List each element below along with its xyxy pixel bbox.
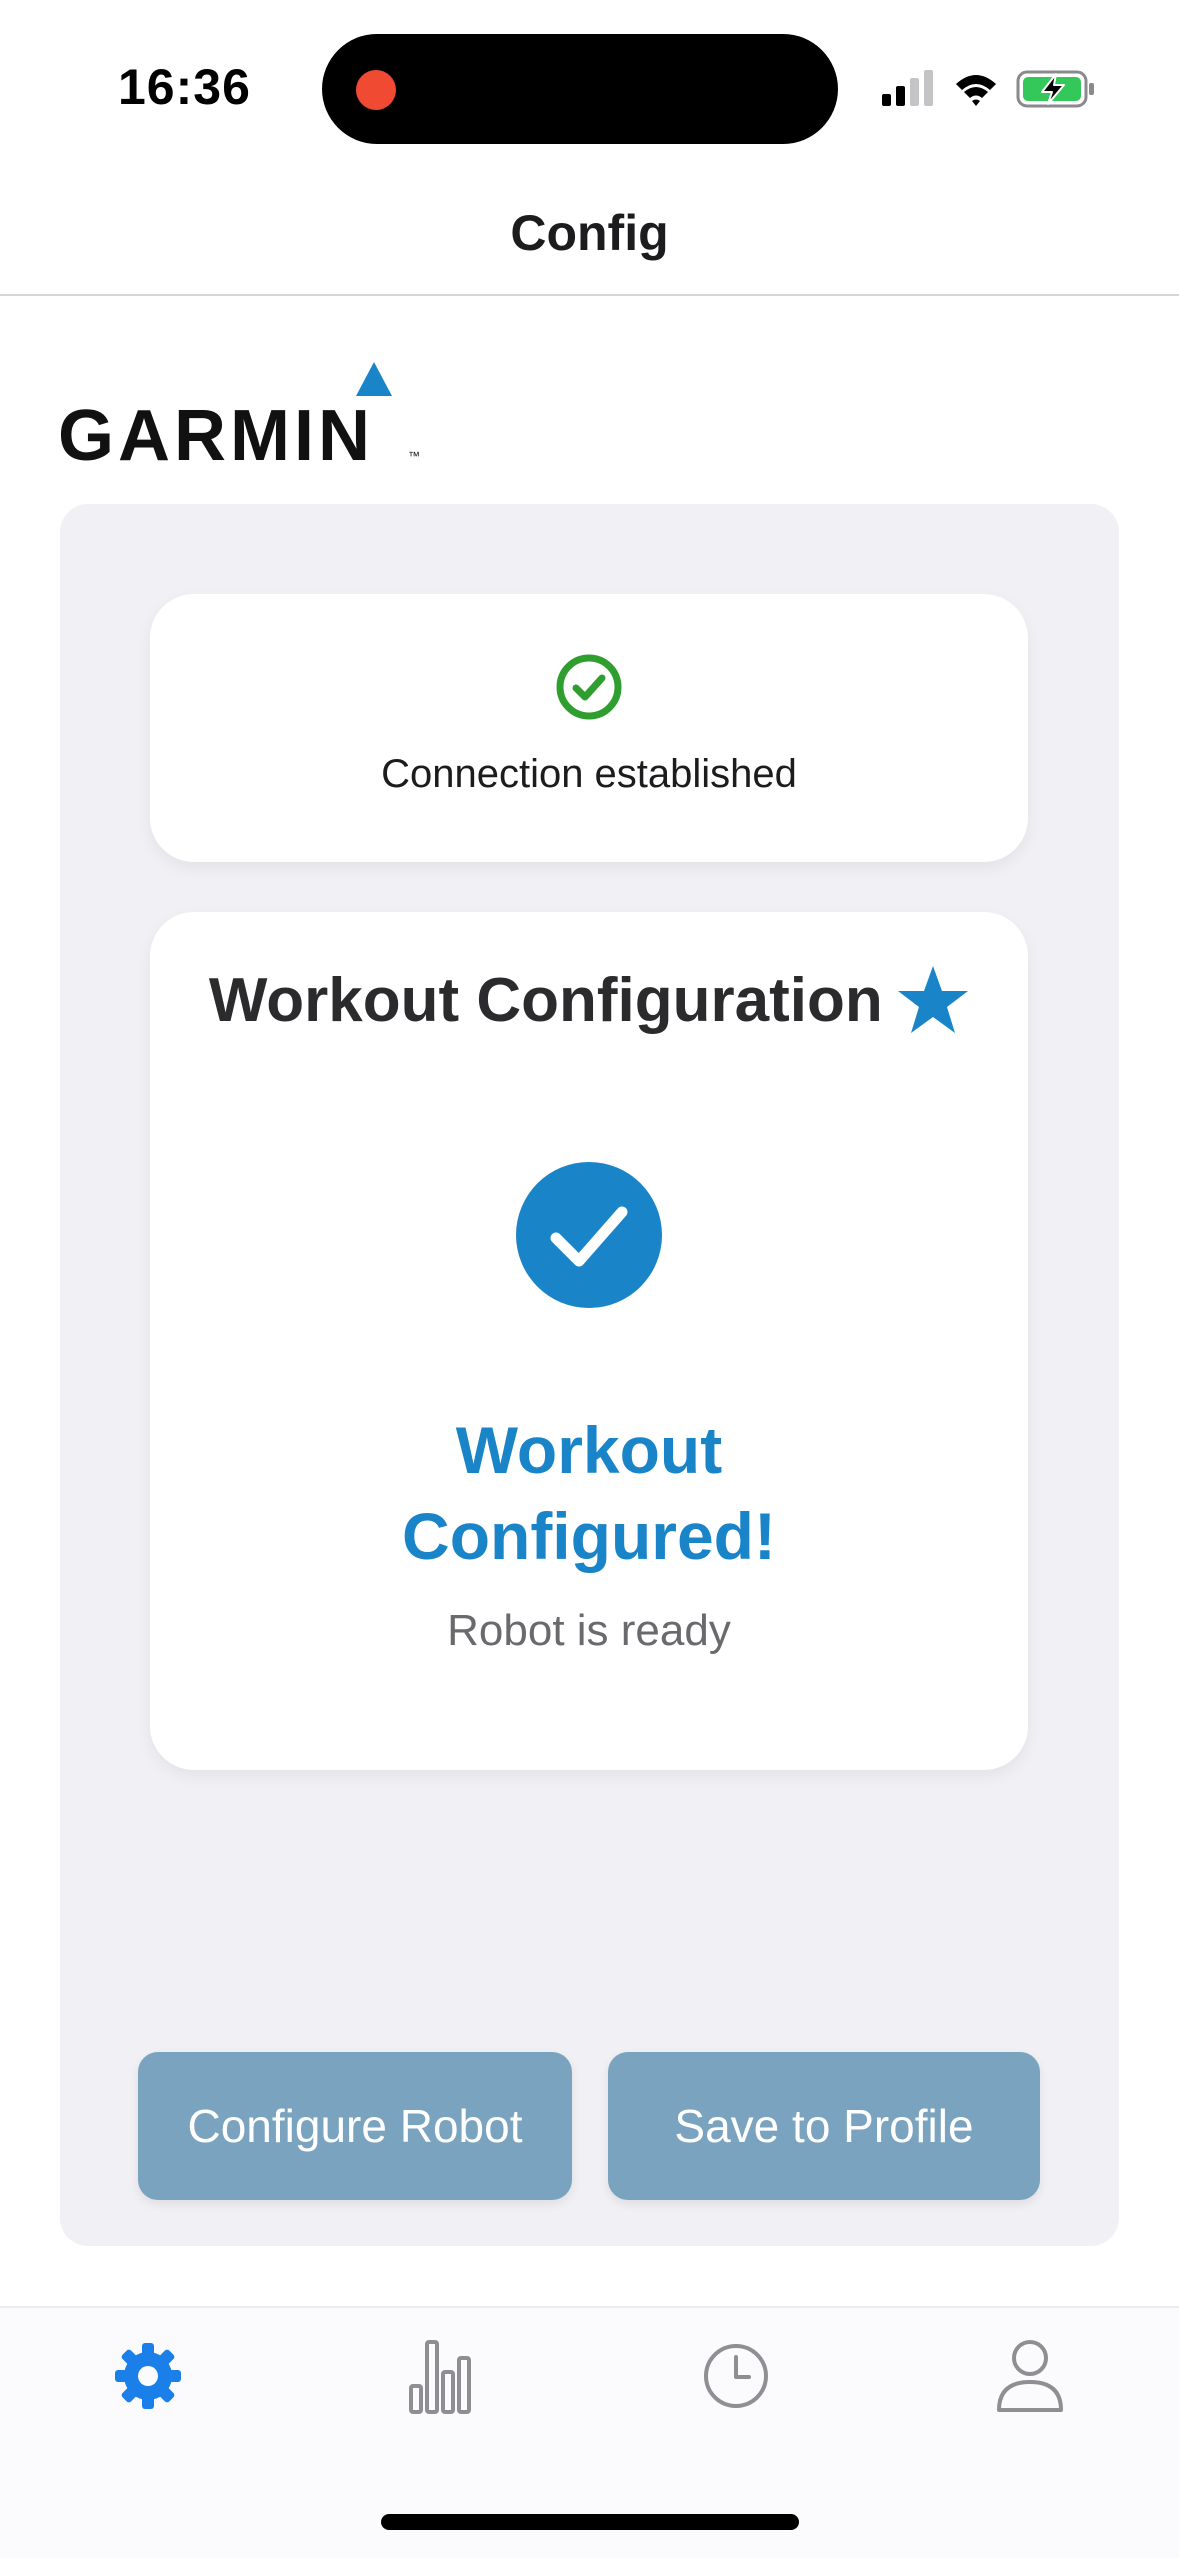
wifi-icon — [956, 75, 996, 106]
tab-history[interactable] — [686, 2326, 786, 2426]
workout-card-header: Workout Configuration — [150, 964, 1028, 1044]
tab-config[interactable] — [98, 2326, 198, 2426]
workout-configuration-card: Workout Configuration Workout Configured… — [150, 912, 1028, 1770]
cellular-signal-icon — [882, 70, 933, 106]
status-bar: 16:36 — [0, 0, 1179, 170]
clock-icon — [704, 2344, 768, 2408]
workout-status-line-2: Configured! — [402, 1499, 776, 1573]
dynamic-island — [322, 34, 838, 144]
garmin-logo-text: GARMIN — [58, 396, 374, 468]
person-icon — [997, 2340, 1063, 2412]
connection-status-text: Connection established — [381, 752, 797, 796]
check-circle-icon — [556, 654, 622, 720]
battery-charging-icon — [1016, 70, 1094, 108]
garmin-logo: GARMIN ™ — [58, 356, 428, 476]
page-title: Config — [510, 205, 669, 261]
home-indicator[interactable] — [381, 2514, 799, 2530]
robot-ready-text: Robot is ready — [447, 1606, 731, 1655]
garmin-logo-trademark: ™ — [408, 449, 420, 463]
garmin-logo-mark: GARMIN ™ — [58, 362, 420, 476]
workout-configured-heading: Workout Configured! — [150, 1407, 1028, 1579]
tab-profile[interactable] — [980, 2326, 1080, 2426]
status-time: 16:36 — [118, 59, 251, 115]
star-icon — [898, 966, 969, 1033]
check-circle-filled-icon — [516, 1162, 662, 1308]
recording-dot-icon — [356, 70, 396, 110]
bar-chart-icon — [409, 2340, 471, 2414]
save-to-profile-button[interactable]: Save to Profile — [608, 2052, 1040, 2200]
tab-stats[interactable] — [392, 2326, 492, 2426]
nav-header: Config — [0, 170, 1179, 296]
connection-status-card: Connection established — [150, 594, 1028, 862]
workout-card-title: Workout Configuration — [208, 965, 883, 1035]
status-icons — [882, 70, 1094, 108]
workout-status-line-1: Workout — [455, 1413, 723, 1487]
configure-robot-button[interactable]: Configure Robot — [138, 2052, 572, 2200]
gear-icon — [115, 2343, 181, 2409]
